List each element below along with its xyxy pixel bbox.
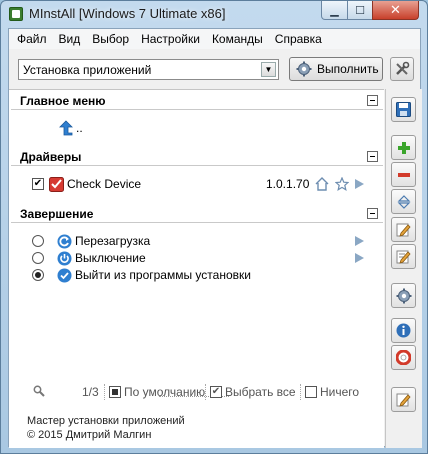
divider [205,384,206,400]
exit-check-icon [57,268,72,283]
section-finish-header[interactable]: Завершение [11,206,383,223]
divider [104,384,105,400]
check-device-icon [49,177,64,192]
finish-option-exit[interactable]: Выйти из программы установки [9,267,384,285]
client-area: Файл Вид Выбор Настройки Команды Справка… [8,28,422,448]
chevron-down-icon[interactable]: ▼ [261,62,276,77]
collapse-icon[interactable] [367,151,378,162]
help-button[interactable] [391,345,416,370]
save-icon [396,102,411,117]
play-icon[interactable] [355,236,364,246]
menu-help[interactable]: Справка [269,29,328,49]
driver-checkbox[interactable]: ✔ [32,178,44,190]
menu-view[interactable]: Вид [53,29,87,49]
finish-option-reboot[interactable]: Перезагрузка [9,233,384,251]
section-main-menu-header[interactable]: Главное меню [11,93,383,110]
profile-select-value: Установка приложений [23,63,152,77]
window-title: MInstAll [Windows 7 Ultimate x86] [29,6,226,21]
footer-line1: Мастер установки приложений [27,415,185,427]
list-item-up[interactable]: .. [9,120,384,138]
none-label[interactable]: Ничего [320,385,359,399]
run-gear-icon [296,61,312,77]
collapse-icon[interactable] [367,208,378,219]
info-button[interactable] [391,318,416,343]
remove-button[interactable] [391,162,416,187]
up-label: .. [76,121,83,135]
select-all-checkbox[interactable]: ✔ [210,386,222,398]
pencil-icon [396,223,411,237]
edit-list-button[interactable] [391,244,416,269]
toolbar: Установка приложений ▼ Выполнить [9,49,420,89]
minimize-button[interactable]: ▁ [321,1,348,20]
settings-button[interactable] [391,283,416,308]
edit-button[interactable] [391,217,416,242]
maximize-button[interactable]: ☐ [347,1,373,20]
section-main-menu-title: Главное меню [20,94,106,108]
select-all-label[interactable]: Выбрать все [225,385,296,399]
notes-icon [396,393,411,407]
gear-icon [396,288,411,303]
section-finish-title: Завершение [20,207,94,221]
driver-label: Check Device [67,177,142,191]
up-down-icon [397,194,410,209]
menu-settings[interactable]: Настройки [135,29,206,49]
exit-radio[interactable] [32,269,44,281]
search-icon[interactable] [33,385,45,397]
lifebuoy-icon [396,350,411,365]
edit-list-icon [396,250,411,264]
driver-version: 1.0.1.70 [266,177,310,191]
shutdown-label: Выключение [75,251,146,265]
save-button[interactable] [391,97,416,122]
move-button[interactable] [391,189,416,214]
app-window: MInstAll [Windows 7 Ultimate x86] ▁ ☐ ✕ … [0,0,428,454]
section-drivers-title: Драйверы [20,150,82,164]
selection-bar: 1/3 По умолчанию ✔ Выбрать все Ничего [9,382,384,402]
exit-label: Выйти из программы установки [75,268,251,282]
close-button[interactable]: ✕ [372,1,419,20]
play-icon[interactable] [355,179,364,189]
tools-button[interactable] [390,57,414,81]
page-indicator: 1/3 [82,385,99,399]
notes-button[interactable] [391,387,416,412]
menu-file[interactable]: Файл [11,29,53,49]
run-button-label: Выполнить [317,62,379,76]
up-arrow-icon [59,120,73,136]
menu-bar: Файл Вид Выбор Настройки Команды Справка [9,29,420,49]
default-checkbox[interactable] [109,386,121,398]
reboot-radio[interactable] [32,235,44,247]
plus-icon [397,141,410,154]
footer-line2: © 2015 Дмитрий Малгин [27,429,152,441]
finish-option-shutdown[interactable]: Выключение [9,250,384,268]
star-icon[interactable] [335,177,349,191]
default-label[interactable]: По умолчанию [124,385,205,399]
menu-select[interactable]: Выбор [86,29,135,49]
reboot-icon [57,234,72,249]
title-bar[interactable]: MInstAll [Windows 7 Ultimate x86] ▁ ☐ ✕ [1,1,427,27]
minus-icon [397,172,410,177]
profile-select[interactable]: Установка приложений ▼ [18,59,279,80]
play-icon[interactable] [355,253,364,263]
right-toolbar [385,89,422,448]
run-button[interactable]: Выполнить [289,57,383,81]
power-icon [57,251,72,266]
menu-commands[interactable]: Команды [206,29,269,49]
section-drivers-header[interactable]: Драйверы [11,149,383,166]
collapse-icon[interactable] [367,95,378,106]
home-icon[interactable] [315,177,329,191]
divider [300,384,301,400]
tools-icon [396,61,410,75]
shutdown-radio[interactable] [32,252,44,264]
add-button[interactable] [391,135,416,160]
info-icon [396,323,411,338]
none-checkbox[interactable] [305,386,317,398]
app-icon [9,7,23,21]
driver-item-check-device[interactable]: ✔ Check Device 1.0.1.70 [9,176,384,194]
reboot-label: Перезагрузка [75,234,151,248]
